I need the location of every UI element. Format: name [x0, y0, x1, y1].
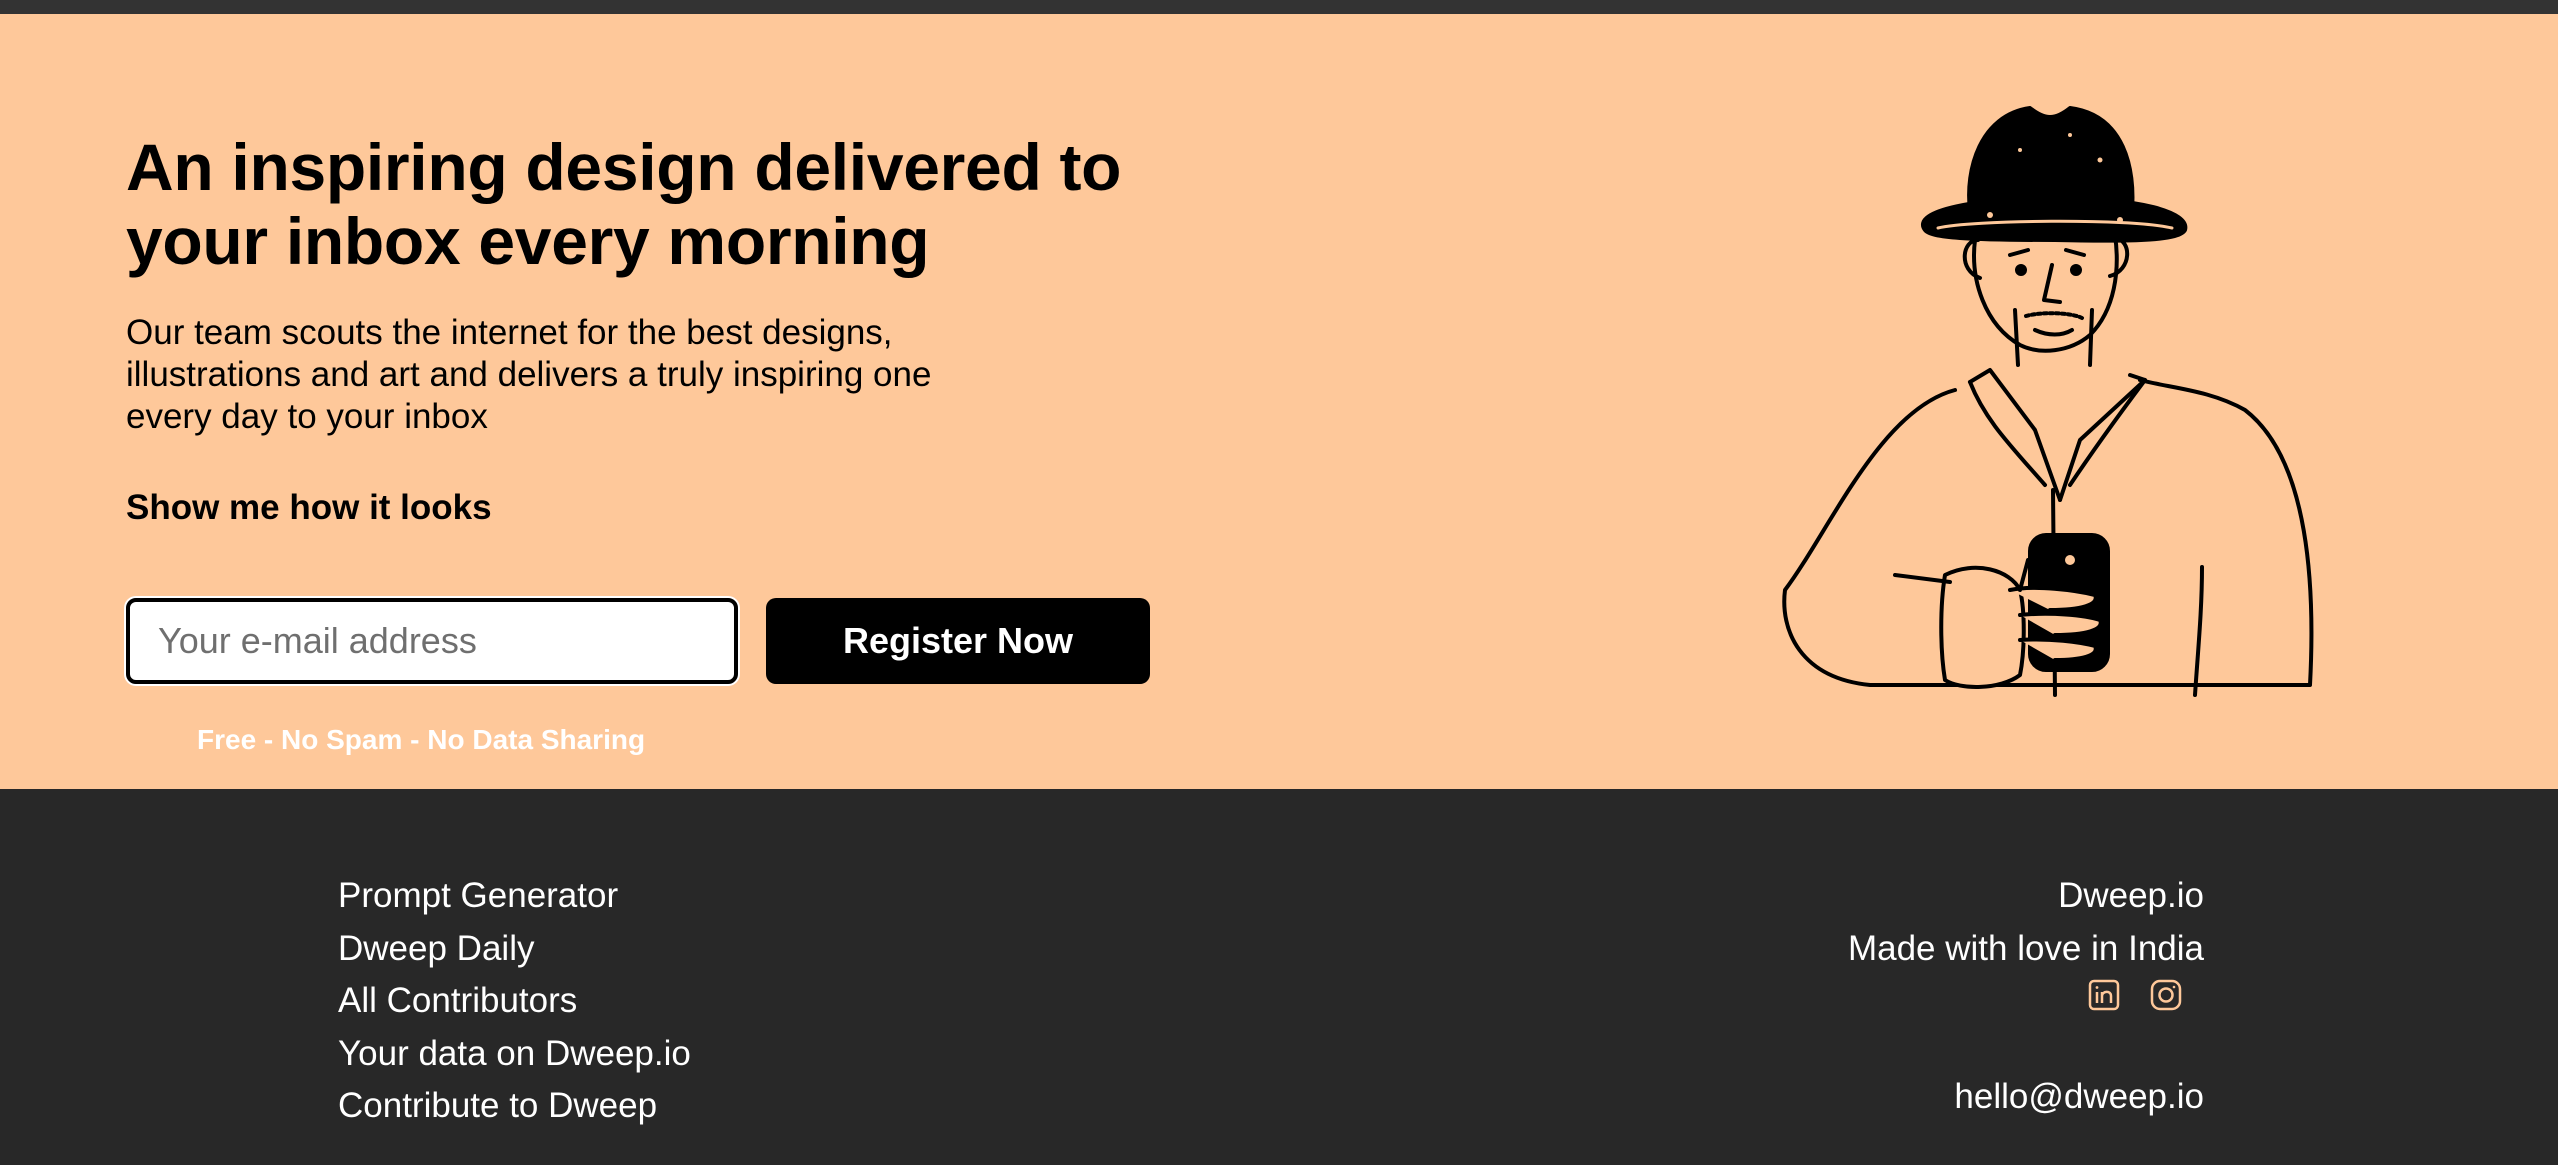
free-note: Free - No Spam - No Data Sharing [197, 724, 646, 755]
footer-info: Dweep.io Made with love in India hello@d… [1848, 870, 2204, 1123]
footer-link-your-data[interactable]: Your data on Dweep.io [338, 1028, 691, 1081]
footer-link-prompt-generator[interactable]: Prompt Generator [338, 870, 691, 923]
description-line-3: every day to your inbox [126, 397, 488, 436]
footer-nav: Prompt Generator Dweep Daily All Contrib… [338, 870, 691, 1133]
register-button[interactable]: Register Now [766, 598, 1150, 684]
instagram-icon[interactable] [2150, 979, 2182, 1011]
hero-description: Our team scouts the internet for the bes… [126, 312, 1056, 438]
description-line-1: Our team scouts the internet for the bes… [126, 313, 893, 352]
show-me-link[interactable]: Show me how it looks [126, 488, 492, 528]
headline-line-1: An inspiring design delivered to [126, 130, 1122, 204]
description-line-2: illustrations and art and delivers a tru… [126, 355, 932, 394]
linkedin-icon[interactable] [2088, 979, 2120, 1011]
social-links [1848, 979, 2204, 1011]
footer-tagline: Made with love in India [1847, 928, 2204, 968]
footer-link-all-contributors[interactable]: All Contributors [338, 975, 691, 1028]
headline-line-2: your inbox every morning [126, 204, 930, 278]
person-with-phone-illustration [1782, 106, 2314, 697]
hero-headline: An inspiring design delivered to your in… [126, 130, 1246, 278]
footer-email-link[interactable]: hello@dweep.io [1848, 1071, 2204, 1123]
email-input[interactable] [126, 598, 738, 684]
footer-brand: Dweep.io [2058, 876, 2204, 915]
footer-link-contribute[interactable]: Contribute to Dweep [338, 1080, 691, 1133]
browser-top-strip [0, 0, 2558, 14]
footer-link-dweep-daily[interactable]: Dweep Daily [338, 923, 691, 976]
